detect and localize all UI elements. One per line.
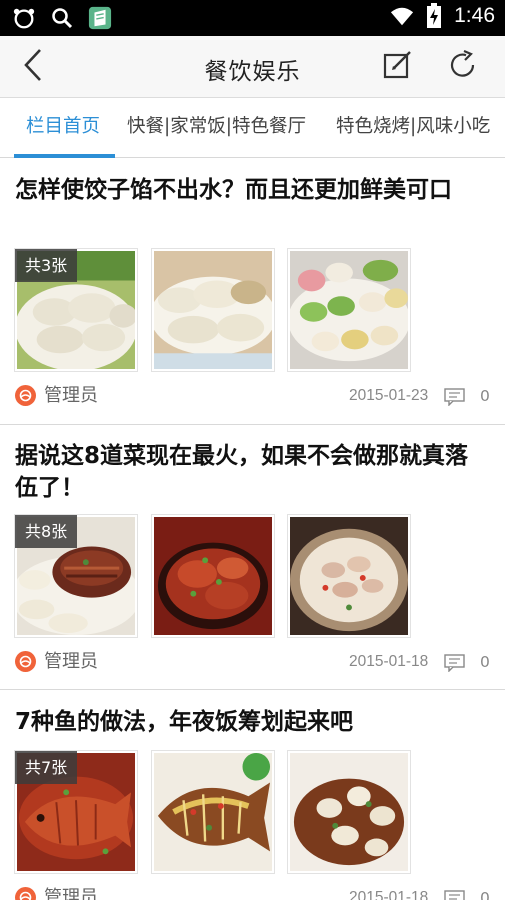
article-thumbnail[interactable]: 共8张 <box>14 514 138 638</box>
refresh-button[interactable] <box>441 45 485 89</box>
image-count-badge: 共7张 <box>15 751 78 784</box>
app-notebook-icon <box>88 6 112 30</box>
article-meta: 管理员 2015-01-23 0 <box>15 383 490 409</box>
article-meta: 管理员 2015-01-18 0 <box>15 649 490 675</box>
page-title: 餐饮娱乐 <box>204 59 301 85</box>
grilled-fish-photo <box>154 753 272 871</box>
author-name: 管理员 <box>44 651 98 672</box>
article-thumbnail[interactable]: 共7张 <box>14 750 138 874</box>
refresh-icon <box>447 49 479 85</box>
article-thumbnail[interactable] <box>151 248 275 372</box>
article-title[interactable]: 据说这8道菜现在最火，如果不会做那就真落伍了！ <box>15 440 487 504</box>
comment-count: 0 <box>480 653 490 671</box>
avatar <box>15 651 36 672</box>
dumplings-photo <box>290 251 408 369</box>
author-name: 管理员 <box>44 887 98 900</box>
author-name: 管理员 <box>44 385 98 406</box>
article-thumbnails[interactable]: 共7张 <box>14 750 434 874</box>
wifi-icon <box>390 4 414 28</box>
article-thumbnails[interactable]: 共3张 <box>14 248 434 372</box>
status-bar: 1:46 <box>0 0 505 36</box>
article-thumbnail[interactable] <box>287 248 411 372</box>
article-thumbnail[interactable] <box>151 750 275 874</box>
post-date: 2015-01-18 <box>349 889 429 900</box>
post-date: 2015-01-18 <box>349 653 429 670</box>
article-thumbnails[interactable]: 共8张 <box>14 514 434 638</box>
post-date: 2015-01-23 <box>349 387 429 404</box>
pork-trotter-photo <box>154 517 272 635</box>
status-time: 1:46 <box>454 4 495 27</box>
article-thumbnail[interactable] <box>287 514 411 638</box>
article-title[interactable]: 怎样使饺子馅不出水？而且还更加鲜美可口 <box>15 174 487 206</box>
tab-bbq-snacks[interactable]: 特色烧烤|风味小吃 <box>336 98 490 157</box>
avatar <box>15 385 36 406</box>
category-tab-bar: 栏目首页 快餐|家常饭|特色餐厅 特色烧烤|风味小吃 <box>0 98 505 158</box>
app-circle-icon <box>12 6 36 30</box>
comment-icon <box>444 654 466 673</box>
image-count-badge: 共8张 <box>15 515 78 548</box>
tab-home[interactable]: 栏目首页 <box>26 98 100 157</box>
avatar <box>15 887 36 900</box>
edit-icon <box>382 49 414 85</box>
article-title[interactable]: 7种鱼的做法，年夜饭筹划起来吧 <box>15 706 487 738</box>
user-icon <box>19 655 32 668</box>
comment-icon <box>444 890 466 900</box>
user-icon <box>19 389 32 402</box>
comment-count: 0 <box>480 387 490 405</box>
search-icon <box>50 6 74 30</box>
article-card[interactable]: 7种鱼的做法，年夜饭筹划起来吧 共7张 管理员 2015-01-18 0 <box>0 690 505 900</box>
article-thumbnail[interactable] <box>287 750 411 874</box>
braised-dish-photo <box>290 517 408 635</box>
article-card[interactable]: 怎样使饺子馅不出水？而且还更加鲜美可口 共3张 管理员 2015-01-23 0 <box>0 158 505 424</box>
user-icon <box>19 891 32 900</box>
article-meta: 管理员 2015-01-18 0 <box>15 885 490 900</box>
article-thumbnail[interactable] <box>151 514 275 638</box>
comment-count: 0 <box>480 889 490 900</box>
article-thumbnail[interactable]: 共3张 <box>14 248 138 372</box>
braised-fish-photo <box>290 753 408 871</box>
battery-charging-icon <box>422 3 446 28</box>
dumplings-photo <box>154 251 272 369</box>
comment-icon <box>444 388 466 407</box>
tab-fastfood[interactable]: 快餐|家常饭|特色餐厅 <box>127 98 306 157</box>
edit-button[interactable] <box>376 45 420 89</box>
image-count-badge: 共3张 <box>15 249 78 282</box>
title-bar: 餐饮娱乐 <box>0 36 505 98</box>
article-card[interactable]: 据说这8道菜现在最火，如果不会做那就真落伍了！ 共8张 管理员 2015-01-… <box>0 425 505 689</box>
